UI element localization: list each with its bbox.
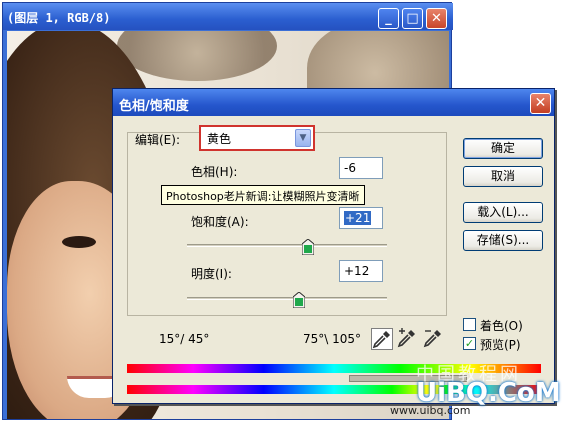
hue-label: 色相(H): — [191, 165, 238, 179]
saturation-slider[interactable] — [187, 244, 387, 247]
output-color-bar — [127, 385, 541, 394]
minimize-button[interactable]: _ — [378, 8, 399, 29]
subject-eye — [62, 236, 96, 248]
lightness-input[interactable]: +12 — [339, 260, 383, 282]
colorize-label: 着色(O) — [480, 319, 523, 333]
cancel-button[interactable]: 取消 — [463, 166, 543, 187]
hue-value: -6 — [344, 161, 356, 175]
lightness-slider-thumb[interactable] — [293, 292, 305, 308]
eyedropper-plus-icon[interactable] — [397, 328, 419, 350]
lightness-value: +12 — [344, 264, 370, 278]
saturation-slider-thumb[interactable] — [302, 239, 314, 255]
edit-label: 编辑(E): — [135, 133, 180, 147]
lightness-label: 明度(I): — [191, 267, 232, 281]
color-range-slider[interactable] — [349, 375, 467, 382]
colorize-checkbox[interactable] — [463, 318, 476, 331]
dialog-titlebar[interactable]: 色相/饱和度 ✕ — [113, 89, 554, 116]
maximize-button[interactable]: □ — [402, 8, 423, 29]
adjustment-group — [127, 132, 447, 316]
ok-button[interactable]: 确定 — [463, 138, 543, 159]
range-left-readout: 15°/ 45° — [159, 332, 210, 346]
document-titlebar[interactable]: (图层 1, RGB/8) _ □ ✕ — [3, 3, 453, 30]
eyedropper-minus-icon[interactable] — [423, 328, 445, 350]
preview-label: 预览(P) — [480, 338, 521, 352]
edit-channel-select[interactable]: 黄色 ▼ — [199, 125, 315, 151]
eyedropper-icon[interactable] — [371, 328, 393, 350]
background-branch — [117, 31, 277, 81]
saturation-label: 饱和度(A): — [191, 215, 249, 229]
input-color-bar — [127, 364, 541, 373]
saturation-value: +21 — [344, 211, 372, 225]
save-button[interactable]: 存储(S)... — [463, 230, 543, 251]
load-button[interactable]: 载入(L)... — [463, 202, 543, 223]
tooltip: Photoshop老片新调:让模糊照片变清晰 — [161, 185, 365, 205]
saturation-input[interactable]: +21 — [339, 207, 383, 229]
preview-checkbox[interactable]: ✓ — [463, 337, 476, 350]
chevron-down-icon[interactable]: ▼ — [295, 129, 311, 147]
document-title: (图层 1, RGB/8) — [7, 11, 111, 25]
dialog-title: 色相/饱和度 — [119, 99, 189, 114]
dialog-close-button[interactable]: ✕ — [530, 93, 551, 114]
hue-saturation-dialog: 色相/饱和度 ✕ 编辑(E): 黄色 ▼ 色相(H): -6 Photoshop… — [112, 88, 555, 404]
screen: (图层 1, RGB/8) _ □ ✕ 色相/饱和度 ✕ 编辑(E): 黄色 ▼… — [0, 0, 564, 424]
document-close-button[interactable]: ✕ — [426, 8, 447, 29]
lightness-slider[interactable] — [187, 297, 387, 300]
edit-channel-value: 黄色 — [207, 132, 232, 146]
range-right-readout: 75°\ 105° — [303, 332, 362, 346]
hue-input[interactable]: -6 — [339, 157, 383, 179]
